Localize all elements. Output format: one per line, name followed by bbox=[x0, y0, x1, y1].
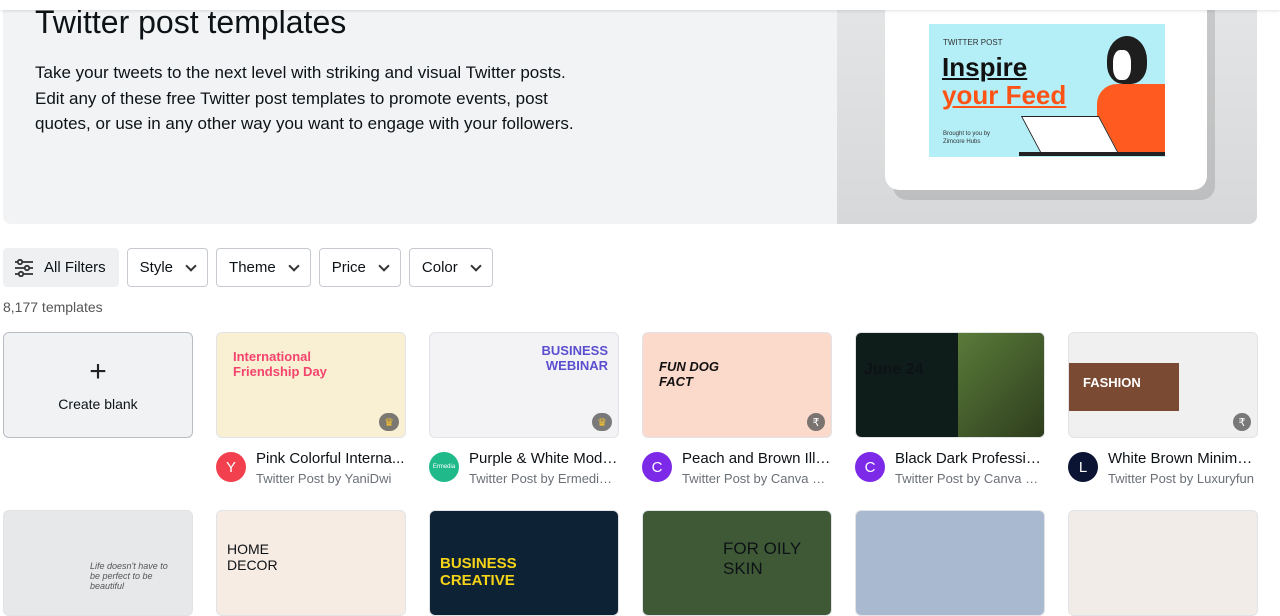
thumb-text: FOR OILY SKIN bbox=[723, 539, 801, 578]
template-card[interactable] bbox=[1068, 510, 1258, 616]
thumb-text: FASHION bbox=[1083, 375, 1141, 390]
template-title[interactable]: White Brown Minima... bbox=[1108, 450, 1258, 467]
filter-bar: All Filters Style Theme Price Color bbox=[3, 248, 493, 287]
chevron-down-icon bbox=[288, 259, 300, 272]
face-illustration bbox=[1113, 50, 1131, 80]
thumb-photo bbox=[958, 333, 1044, 437]
page-description: Take your tweets to the next level with … bbox=[35, 63, 574, 133]
price-label: Price bbox=[331, 259, 366, 276]
template-subtitle[interactable]: Twitter Post by Canva Cr... bbox=[682, 471, 832, 486]
template-title[interactable]: Pink Colorful Interna... bbox=[256, 450, 406, 467]
preview-credit: Brought to you by Zimcore Hubs bbox=[943, 131, 991, 145]
template-card[interactable]: BUSINESS WEBINAR ♛ Ermedia Purple & Whit… bbox=[429, 332, 619, 490]
theme-filter[interactable]: Theme bbox=[216, 248, 311, 287]
thumb-text: June 24 bbox=[864, 361, 924, 378]
template-thumbnail[interactable]: HOME DECOR bbox=[216, 510, 406, 616]
creator-avatar[interactable]: Ermedia bbox=[429, 452, 459, 482]
thumb-text: HOME DECOR bbox=[227, 541, 278, 573]
template-meta: Ermedia Purple & White Mode... Twitter P… bbox=[429, 450, 619, 490]
hero-banner: Twitter post templates Take your tweets … bbox=[3, 0, 1257, 224]
template-thumbnail[interactable]: International Friendship Day ♛ bbox=[216, 332, 406, 438]
preview-line2: your Feed bbox=[942, 80, 1067, 110]
template-card[interactable]: FUN DOG FACT ₹ C Peach and Brown Illu...… bbox=[642, 332, 832, 490]
color-label: Color bbox=[421, 259, 458, 276]
thumb-text: BUSINESS WEBINAR bbox=[541, 343, 608, 373]
crown-icon: ♛ bbox=[379, 413, 399, 431]
chevron-down-icon bbox=[470, 259, 482, 272]
preview-post: TWITTER POST Inspire your Feed Brought t… bbox=[929, 24, 1165, 157]
template-title[interactable]: Peach and Brown Illu... bbox=[682, 450, 832, 467]
creator-avatar[interactable]: C bbox=[642, 452, 672, 482]
thumb-text: FUN DOG FACT bbox=[659, 359, 719, 389]
thumb-text: Life doesn't have to be perfect to be be… bbox=[90, 561, 168, 591]
template-meta: C Black Dark Professio... Twitter Post b… bbox=[855, 450, 1045, 490]
create-blank-card[interactable]: + Create blank bbox=[3, 332, 193, 438]
template-thumbnail[interactable] bbox=[1068, 510, 1258, 616]
template-card[interactable]: Life doesn't have to be perfect to be be… bbox=[3, 510, 193, 616]
template-title[interactable]: Purple & White Mode... bbox=[469, 450, 619, 467]
price-filter[interactable]: Price bbox=[318, 248, 401, 287]
tablet-illustration: TWITTER POST Inspire your Feed Brought t… bbox=[885, 0, 1207, 190]
template-subtitle[interactable]: Twitter Post by YaniDwi bbox=[256, 471, 406, 486]
template-count: 8,177 templates bbox=[3, 299, 103, 315]
template-title[interactable]: Black Dark Professio... bbox=[895, 450, 1045, 467]
template-subtitle[interactable]: Twitter Post by Canva Cr... bbox=[895, 471, 1045, 486]
template-meta: C Peach and Brown Illu... Twitter Post b… bbox=[642, 450, 832, 490]
creator-avatar[interactable]: L bbox=[1068, 452, 1098, 482]
hero-image: TWITTER POST Inspire your Feed Brought t… bbox=[837, 0, 1257, 224]
top-bar bbox=[0, 0, 1280, 10]
creator-avatar[interactable]: Y bbox=[216, 452, 246, 482]
plus-icon: + bbox=[89, 355, 107, 388]
template-subtitle[interactable]: Twitter Post by Ermedia ... bbox=[469, 471, 619, 486]
template-card[interactable]: FOR OILY SKIN bbox=[642, 510, 832, 616]
create-blank-button[interactable]: + Create blank bbox=[3, 332, 193, 438]
template-subtitle[interactable]: Twitter Post by Luxuryfun bbox=[1108, 471, 1258, 486]
desk-illustration bbox=[1019, 152, 1165, 156]
template-thumbnail[interactable]: BUSINESS CREATIVE bbox=[429, 510, 619, 616]
template-thumbnail[interactable]: FUN DOG FACT ₹ bbox=[642, 332, 832, 438]
template-thumbnail[interactable]: FOR OILY SKIN bbox=[642, 510, 832, 616]
chevron-down-icon bbox=[185, 259, 197, 272]
template-meta: L White Brown Minima... Twitter Post by … bbox=[1068, 450, 1258, 490]
template-meta: Y Pink Colorful Interna... Twitter Post … bbox=[216, 450, 406, 490]
template-thumbnail[interactable]: FASHION ₹ bbox=[1068, 332, 1258, 438]
style-label: Style bbox=[139, 259, 174, 276]
theme-label: Theme bbox=[229, 259, 276, 276]
thumb-text: BUSINESS CREATIVE bbox=[440, 555, 517, 589]
template-thumbnail[interactable] bbox=[855, 510, 1045, 616]
color-filter[interactable]: Color bbox=[408, 248, 493, 287]
template-thumbnail[interactable]: Life doesn't have to be perfect to be be… bbox=[3, 510, 193, 616]
all-filters-label: All Filters bbox=[44, 259, 106, 276]
template-card[interactable]: June 24 C Black Dark Professio... Twitte… bbox=[855, 332, 1045, 490]
all-filters-button[interactable]: All Filters bbox=[3, 248, 119, 287]
template-card[interactable]: International Friendship Day ♛ Y Pink Co… bbox=[216, 332, 406, 490]
template-card[interactable]: BUSINESS CREATIVE bbox=[429, 510, 619, 616]
thumb-text: International Friendship Day bbox=[233, 349, 327, 379]
sliders-icon bbox=[15, 258, 33, 277]
rupee-icon: ₹ bbox=[807, 413, 825, 431]
template-thumbnail[interactable]: BUSINESS WEBINAR ♛ bbox=[429, 332, 619, 438]
creator-avatar[interactable]: C bbox=[855, 452, 885, 482]
create-blank-label: Create blank bbox=[58, 396, 138, 412]
rupee-icon: ₹ bbox=[1233, 413, 1251, 431]
template-card[interactable] bbox=[855, 510, 1045, 616]
template-thumbnail[interactable]: June 24 bbox=[855, 332, 1045, 438]
preview-label: TWITTER POST bbox=[943, 38, 1003, 47]
crown-icon: ♛ bbox=[592, 413, 612, 431]
style-filter[interactable]: Style bbox=[126, 248, 209, 287]
template-card[interactable]: FASHION ₹ L White Brown Minima... Twitte… bbox=[1068, 332, 1258, 490]
preview-line1: Inspire bbox=[942, 52, 1028, 82]
template-card[interactable]: HOME DECOR bbox=[216, 510, 406, 616]
chevron-down-icon bbox=[378, 259, 390, 272]
